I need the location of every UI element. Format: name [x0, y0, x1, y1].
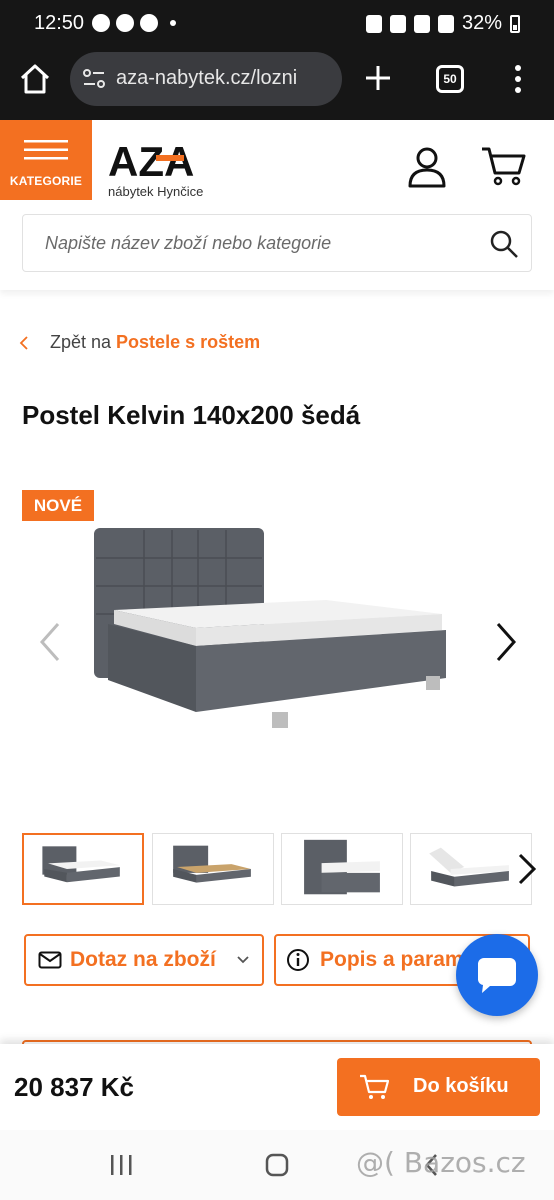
add-to-cart-label: Do košíku	[413, 1075, 509, 1097]
back-category-link[interactable]: Postele s roštem	[116, 332, 260, 353]
battery-icon	[510, 14, 520, 33]
bazos-watermark: @( Bazos.cz	[356, 1146, 526, 1179]
user-account-icon[interactable]	[406, 146, 448, 188]
search-icon[interactable]	[489, 229, 519, 259]
thumbnail-strip	[22, 833, 554, 905]
sticky-purchase-bar: 20 837 Kč Do košíku	[0, 1044, 554, 1130]
overflow-menu-icon[interactable]	[514, 65, 522, 93]
categories-label: KATEGORIE	[9, 174, 83, 188]
gallery-next-icon[interactable]	[490, 620, 524, 664]
battery-percentage: 32%	[461, 12, 502, 34]
site-settings-icon[interactable]	[82, 68, 106, 90]
browser-toolbar: aza-nabytek.cz/lozni 50	[0, 50, 554, 120]
home-nav-icon[interactable]	[264, 1152, 290, 1178]
product-gallery	[0, 520, 554, 800]
thumbnail-2[interactable]	[152, 833, 274, 905]
search-box	[22, 214, 532, 272]
live-chat-button[interactable]	[456, 934, 538, 1016]
address-bar[interactable]: aza-nabytek.cz/lozni	[70, 52, 342, 106]
system-indicators: 32%	[365, 12, 520, 35]
product-title: Postel Kelvin 140x200 šedá	[22, 400, 361, 430]
site-logo[interactable]: AZA nábytek Hynčice	[108, 138, 248, 200]
logo-tagline: nábytek Hynčice	[108, 184, 204, 199]
description-params-label: Popis a param	[320, 948, 464, 971]
chat-bubble-icon	[478, 958, 516, 993]
thumbnail-1[interactable]	[22, 833, 144, 905]
notification-icons	[92, 14, 176, 32]
mute-icon	[389, 14, 406, 33]
back-prefix: Zpět na	[50, 332, 112, 352]
battery-saver-icon	[365, 14, 382, 33]
chevron-down-icon	[237, 956, 249, 964]
product-inquiry-label: Dotaz na zboží	[70, 948, 216, 971]
system-navigation-bar: @( Bazos.cz	[0, 1130, 554, 1200]
product-price: 20 837 Kč	[14, 1072, 134, 1102]
gallery-prev-icon[interactable]	[34, 620, 68, 664]
categories-menu-button[interactable]: KATEGORIE	[0, 120, 92, 200]
signal-icon	[437, 14, 454, 33]
more-notifications-icon	[170, 20, 176, 26]
product-inquiry-button[interactable]: Dotaz na zboží	[24, 934, 264, 986]
search-input[interactable]	[43, 215, 483, 271]
hamburger-icon	[24, 140, 68, 160]
info-icon	[287, 949, 309, 971]
back-link[interactable]: Zpět na Postele s roštem	[18, 332, 260, 353]
cart-icon[interactable]	[480, 146, 526, 186]
aza-logo-mark: AZA	[108, 138, 194, 185]
messenger-icon	[116, 14, 134, 32]
home-icon[interactable]	[18, 62, 52, 96]
new-badge: NOVÉ	[22, 490, 94, 521]
messenger-icon	[92, 14, 110, 32]
wifi-icon	[413, 14, 430, 33]
product-main-image[interactable]	[86, 520, 476, 730]
add-to-cart-button[interactable]: Do košíku	[337, 1058, 540, 1116]
new-tab-icon[interactable]	[364, 64, 392, 92]
chevron-left-icon	[19, 335, 28, 350]
thumbnails-next-icon[interactable]	[512, 849, 542, 889]
envelope-icon	[38, 951, 62, 969]
cart-icon	[360, 1074, 389, 1099]
recent-apps-icon[interactable]	[108, 1152, 134, 1178]
url-text: aza-nabytek.cz/lozni	[116, 67, 298, 89]
site-header: KATEGORIE AZA nábytek Hynčice	[0, 120, 554, 290]
thumbnail-3[interactable]	[281, 833, 403, 905]
status-bar: 12:50 32%	[0, 0, 554, 50]
status-time: 12:50	[34, 12, 85, 34]
chat-bubble-icon	[140, 14, 158, 32]
tab-switcher-button[interactable]: 50	[436, 65, 464, 93]
